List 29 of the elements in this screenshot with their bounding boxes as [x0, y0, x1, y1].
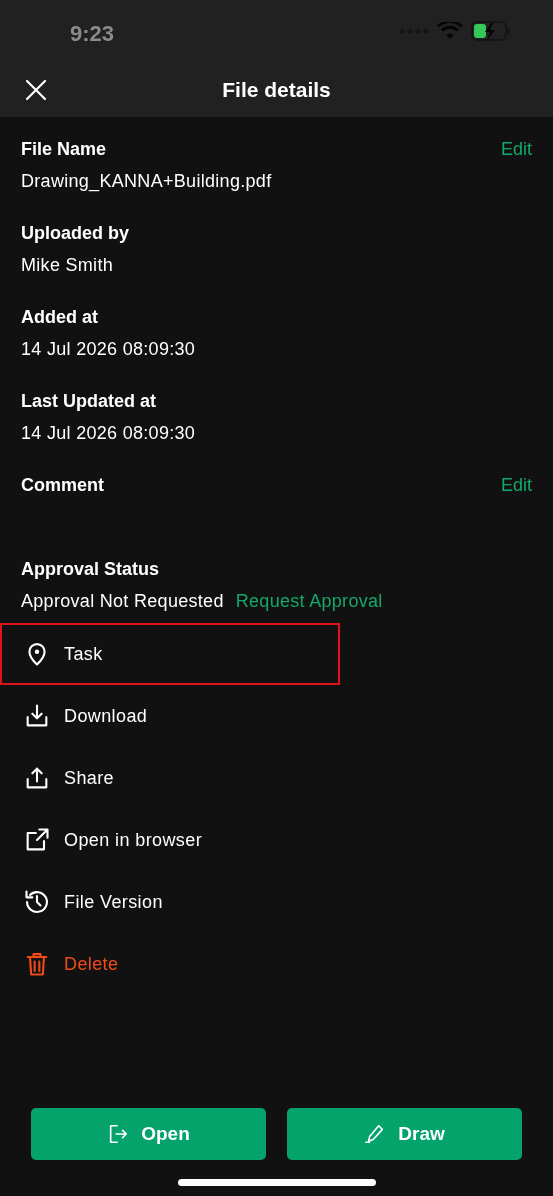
action-item[interactable]: File Version: [0, 871, 340, 933]
field-value: Approval Not Requested: [21, 590, 224, 613]
field-value: Mike Smith: [21, 254, 114, 277]
action-item[interactable]: Download: [0, 685, 340, 747]
primary-button[interactable]: Open: [31, 1108, 266, 1160]
field-label: File Name: [21, 138, 107, 161]
request-approval-link[interactable]: Request Approval: [235, 589, 383, 613]
field-value: 14 Jul 2026 08:09:30: [21, 422, 197, 445]
battery-icon: [471, 21, 511, 41]
edit-link[interactable]: Edit: [500, 473, 532, 497]
field-label: Uploaded by: [21, 222, 129, 245]
field-label: Approval Status: [21, 558, 161, 581]
sign-in-icon: [107, 1123, 130, 1145]
field-value: Drawing_KANNA+Building.pdf: [21, 170, 273, 193]
close-icon: [24, 77, 48, 102]
screen-title: File details: [222, 76, 331, 103]
action-item[interactable]: Share: [0, 747, 340, 809]
field-label: Comment: [21, 474, 104, 497]
action-item[interactable]: Task: [0, 623, 340, 685]
action-item[interactable]: Delete: [0, 933, 340, 995]
field-label: Added at: [21, 306, 98, 329]
field-value: 14 Jul 2026 08:09:30: [21, 338, 197, 361]
history-icon: [23, 888, 51, 916]
action-item[interactable]: Open in browser: [0, 809, 340, 871]
status-time: 9:23: [70, 19, 115, 48]
field-label: Last Updated at: [21, 390, 157, 413]
primary-button[interactable]: Draw: [287, 1108, 522, 1160]
edit-link[interactable]: Edit: [500, 137, 532, 161]
wifi-icon: [437, 22, 463, 40]
